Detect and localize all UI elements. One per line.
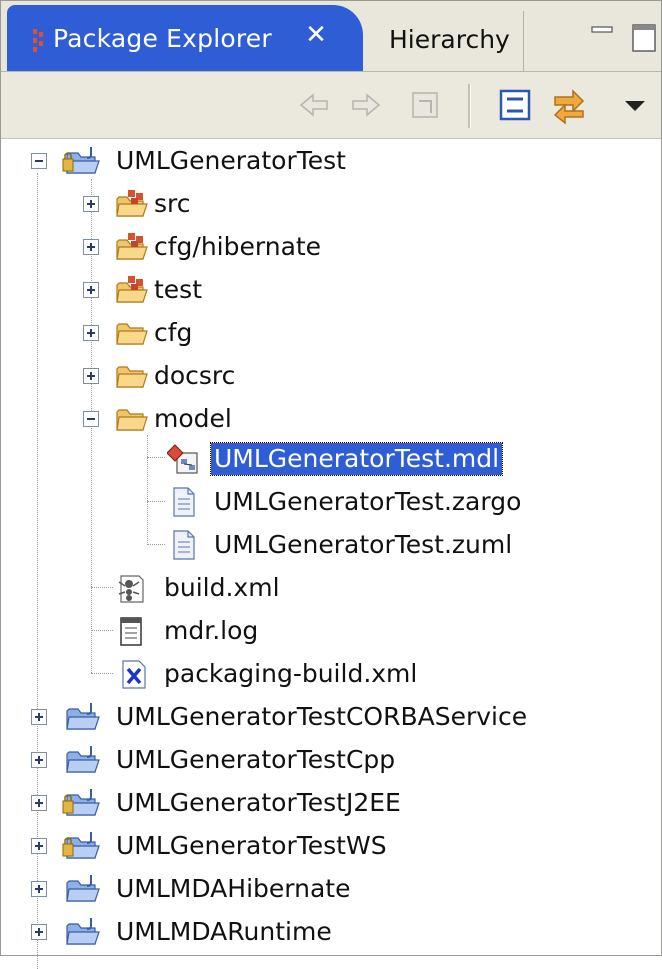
tree-item-label: UMLGeneratorTest.zuml (214, 530, 513, 559)
file-icon (167, 529, 201, 561)
expand-toggle[interactable] (31, 838, 47, 854)
tree-item-label: UMLGeneratorTestJ2EE (116, 788, 401, 817)
package-explorer-icon (33, 29, 43, 52)
forward-icon[interactable] (345, 85, 385, 125)
expand-toggle[interactable] (31, 709, 47, 725)
tree-item-label: build.xml (164, 573, 280, 602)
ant-build-file-icon (115, 572, 149, 604)
maximize-icon[interactable] (631, 23, 657, 53)
tree-item-project-umlgeneratortest[interactable]: UMLGeneratorTest (1, 141, 661, 181)
tree-item-project[interactable]: UMLGeneratorTestJ2EE (1, 783, 661, 823)
tree-item-label: UMLGeneratorTest.zargo (214, 487, 522, 516)
tree-item-label: UMLGeneratorTestCORBAService (116, 702, 528, 731)
view-toolbar (1, 72, 661, 139)
locked-project-icon (61, 830, 101, 862)
tree-item-label: packaging-build.xml (164, 659, 418, 688)
tree-item-label: cfg/hibernate (154, 232, 322, 261)
link-with-editor-icon[interactable] (549, 85, 589, 125)
tree-item-label: UMLMDARuntime (116, 917, 332, 946)
tree-item-cfg[interactable]: cfg (1, 313, 661, 353)
tree-item-build-xml[interactable]: build.xml (1, 568, 661, 608)
source-folder-icon (115, 274, 149, 306)
folder-icon (115, 317, 149, 349)
project-icon (61, 744, 101, 776)
tree-item-project[interactable]: UMLMDAHibernate (1, 869, 661, 909)
locked-project-icon (61, 145, 101, 177)
expand-toggle[interactable] (83, 239, 99, 255)
close-icon[interactable]: ✕ (303, 22, 329, 48)
package-tree: UMLGeneratorTest src cfg/hibernate test … (1, 139, 661, 969)
tree-item-label: cfg (154, 318, 193, 347)
tree-item-label: UMLGeneratorTest (116, 146, 346, 175)
toolbar-separator (468, 84, 471, 128)
tree-item-docsrc[interactable]: docsrc (1, 356, 661, 396)
collapse-toggle[interactable] (83, 411, 99, 427)
collapse-toggle[interactable] (31, 153, 47, 169)
tree-item-model[interactable]: model (1, 399, 661, 439)
tree-item-model-file[interactable]: UMLGeneratorTest.mdl (1, 439, 661, 479)
source-folder-icon (115, 188, 149, 220)
tree-item-project[interactable]: UMLGeneratorTestWS (1, 826, 661, 866)
project-icon (61, 701, 101, 733)
expand-toggle[interactable] (31, 752, 47, 768)
back-icon[interactable] (295, 85, 335, 125)
tree-item-label: UMLGeneratorTestWS (116, 831, 387, 860)
tree-item-src[interactable]: src (1, 184, 661, 224)
tree-item-label-selected: UMLGeneratorTest.mdl (209, 442, 504, 476)
expand-toggle[interactable] (31, 881, 47, 897)
rose-model-icon (167, 443, 201, 475)
tree-item-model-file[interactable]: UMLGeneratorTest.zargo (1, 482, 661, 522)
log-file-icon (115, 615, 149, 647)
collapse-all-icon[interactable] (495, 85, 535, 125)
tab-label: Package Explorer (53, 24, 272, 53)
tree-item-mdr-log[interactable]: mdr.log (1, 611, 661, 651)
expand-toggle[interactable] (83, 368, 99, 384)
view-menu-icon[interactable] (615, 85, 655, 125)
tree-item-project[interactable]: UMLGeneratorTestCpp (1, 740, 661, 780)
project-icon (61, 873, 101, 905)
expand-toggle[interactable] (31, 795, 47, 811)
tree-item-cfg-hibernate[interactable]: cfg/hibernate (1, 227, 661, 267)
tree-item-project[interactable]: UMLMDARuntime (1, 912, 661, 952)
folder-icon (115, 360, 149, 392)
locked-project-icon (61, 787, 101, 819)
tree-item-label: UMLMDAHibernate (116, 874, 351, 903)
tree-item-test[interactable]: test (1, 270, 661, 310)
xml-file-icon (117, 658, 151, 690)
package-explorer-view: Package Explorer ✕ Hierarchy UMLGenerato… (0, 0, 662, 969)
tree-item-packaging-build-xml[interactable]: packaging-build.xml (1, 654, 661, 694)
minimize-icon[interactable] (591, 23, 613, 45)
expand-toggle[interactable] (83, 282, 99, 298)
project-icon (61, 916, 101, 948)
tab-package-explorer[interactable]: Package Explorer ✕ (7, 5, 363, 71)
tree-item-project[interactable]: UMLGeneratorTestCORBAService (1, 697, 661, 737)
expand-toggle[interactable] (83, 325, 99, 341)
folder-open-icon (115, 403, 149, 435)
expand-toggle[interactable] (31, 924, 47, 940)
tab-hierarchy[interactable]: Hierarchy (373, 11, 524, 71)
tree-item-label: test (154, 275, 203, 304)
source-folder-icon (115, 231, 149, 263)
tab-label: Hierarchy (389, 25, 510, 54)
tree-item-label: mdr.log (164, 616, 259, 645)
file-icon (167, 486, 201, 518)
tree-item-label: src (154, 189, 191, 218)
view-tab-bar: Package Explorer ✕ Hierarchy (1, 1, 661, 72)
tree-item-label: docsrc (154, 361, 236, 390)
expand-toggle[interactable] (83, 196, 99, 212)
go-into-icon[interactable] (405, 85, 445, 125)
tree-item-label: UMLGeneratorTestCpp (116, 745, 396, 774)
tree-item-label: model (154, 404, 232, 433)
tree-item-model-file[interactable]: UMLGeneratorTest.zuml (1, 525, 661, 565)
